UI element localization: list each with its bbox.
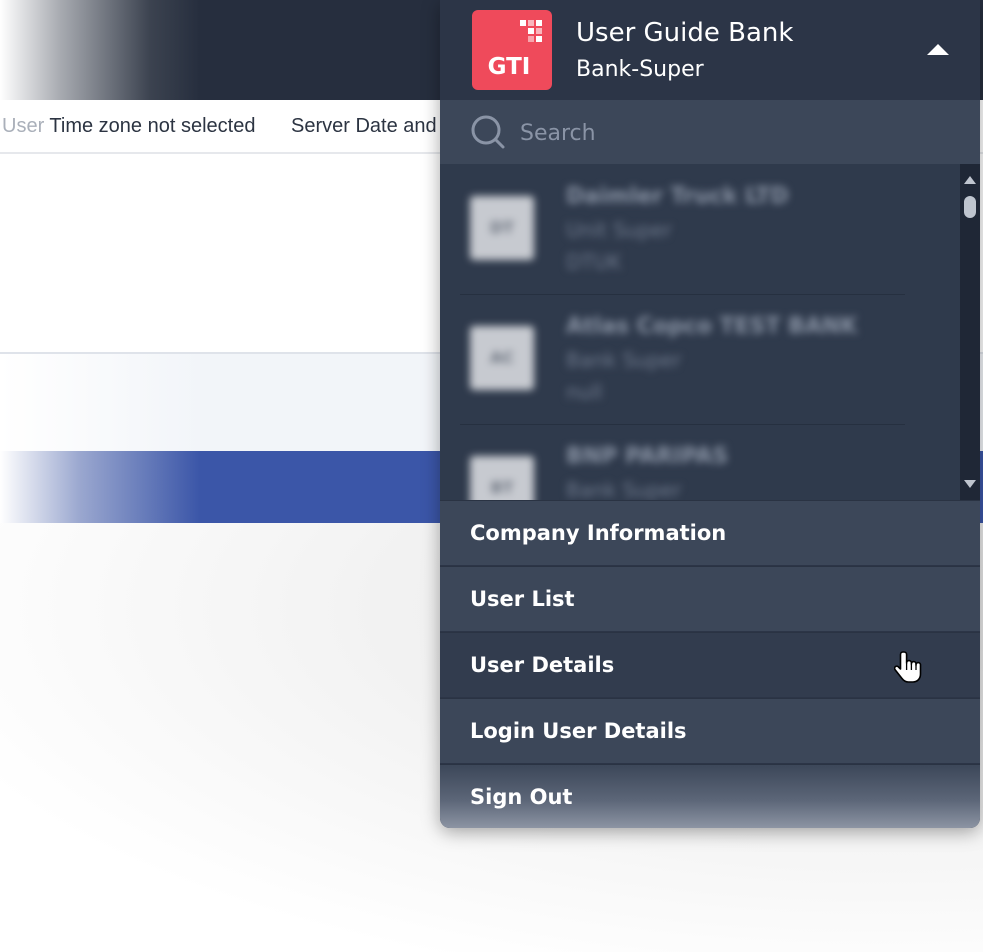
company-logo: GTI	[472, 10, 552, 90]
server-date-label: Server Date and	[291, 115, 437, 137]
company-item-role: Unit Super	[566, 218, 672, 242]
company-item-name: Atlas Copco TEST BANK	[566, 314, 858, 339]
company-item-role: Bank Super	[566, 348, 682, 372]
company-avatar: AC	[470, 326, 534, 390]
scrollbar-thumb[interactable]	[964, 196, 976, 218]
company-list-item[interactable]: BT BNP PARIPAS Bank Super	[460, 424, 905, 500]
account-dropdown-panel: GTI User Guide Bank Bank-Super DT Daimle…	[440, 0, 980, 828]
company-list: DT Daimler Truck LTD Unit Super DTUK AC …	[440, 164, 980, 500]
search-input[interactable]	[518, 112, 942, 154]
search-icon	[471, 115, 505, 149]
company-item-name: BNP PARIPAS	[566, 444, 729, 469]
logo-text: GTI	[487, 54, 531, 80]
company-item-name: Daimler Truck LTD	[566, 184, 789, 209]
scroll-up-arrow-icon[interactable]	[964, 176, 976, 184]
company-search	[440, 100, 980, 164]
hand-pointer-cursor-icon	[894, 651, 922, 683]
company-list-item[interactable]: DT Daimler Truck LTD Unit Super DTUK	[460, 164, 905, 295]
company-item-code: DTUK	[566, 250, 622, 274]
current-company-name: User Guide Bank	[576, 18, 794, 48]
company-avatar: BT	[470, 456, 534, 500]
menu-item-company-information[interactable]: Company Information	[440, 500, 980, 565]
company-avatar: DT	[470, 196, 534, 260]
company-list-scrollbar[interactable]	[960, 164, 980, 500]
scroll-down-arrow-icon[interactable]	[964, 480, 976, 488]
caret-up-icon[interactable]	[927, 44, 949, 55]
company-item-code: null	[566, 380, 603, 404]
menu-item-user-list[interactable]: User List	[440, 566, 980, 631]
menu-item-sign-out[interactable]: Sign Out	[440, 764, 980, 828]
account-header[interactable]: GTI User Guide Bank Bank-Super	[440, 0, 980, 100]
company-item-role: Bank Super	[566, 478, 682, 500]
company-list-item[interactable]: AC Atlas Copco TEST BANK Bank Super null	[460, 294, 905, 425]
menu-item-login-user-details[interactable]: Login User Details	[440, 698, 980, 763]
timezone-status: User Time zone not selected	[2, 115, 256, 137]
current-user-role: Bank-Super	[576, 57, 704, 82]
